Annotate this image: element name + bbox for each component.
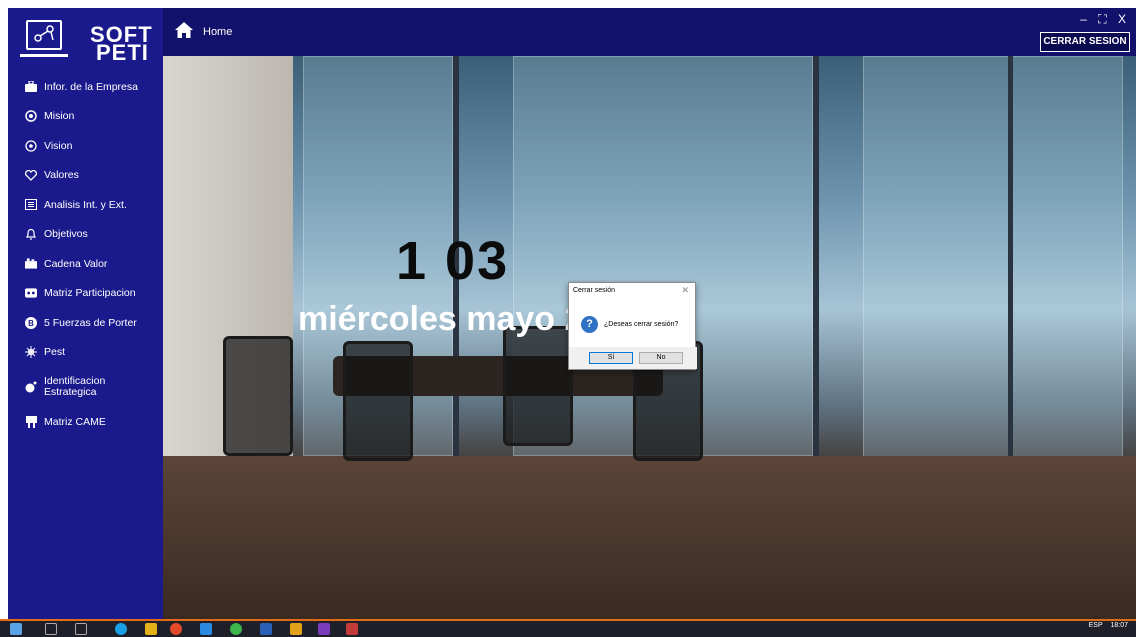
chrome-icon[interactable] xyxy=(230,623,242,635)
logout-dialog: Cerrar sesión ✕ ? ¿Deseas cerrar sesión?… xyxy=(568,282,697,370)
sidebar-item-label: Pest xyxy=(44,346,66,359)
sidebar-item-label: Objetivos xyxy=(44,228,88,241)
system-tray: ESP 18:07 xyxy=(1083,622,1128,629)
no-button[interactable]: No xyxy=(639,352,683,364)
home-icon[interactable] xyxy=(175,22,193,38)
bell-icon xyxy=(25,228,37,240)
dialog-title: Cerrar sesión xyxy=(573,287,616,294)
top-bar: Home – ⛶ X CERRAR SESION xyxy=(163,8,1136,56)
logout-button[interactable]: CERRAR SESION xyxy=(1040,32,1130,52)
yes-button[interactable]: Sí xyxy=(589,352,633,364)
chain-icon xyxy=(25,258,37,270)
sidebar-item-label: Cadena Valor xyxy=(44,257,108,270)
sidebar-item-label: Valores xyxy=(44,169,79,182)
sidebar-item-vision[interactable]: Vision xyxy=(8,131,163,161)
top-strip xyxy=(0,0,1136,8)
dialog-button-bar: Sí No xyxy=(569,347,697,369)
chair xyxy=(503,326,573,446)
sidebar-item-label: Analisis Int. y Ext. xyxy=(44,198,127,211)
word-icon[interactable] xyxy=(260,623,272,635)
store-icon[interactable] xyxy=(200,623,212,635)
glass-pane xyxy=(863,56,1123,476)
target-icon xyxy=(25,110,37,122)
sidebar-item-analisis[interactable]: Analisis Int. y Ext. xyxy=(8,190,163,220)
heart-icon xyxy=(25,169,37,181)
sidebar-menu: Infor. de la Empresa Mision Vision Valor… xyxy=(8,72,163,437)
sidebar-item-label: Matriz Participacion xyxy=(44,287,136,300)
app-icon[interactable] xyxy=(290,623,302,635)
task-view-icon[interactable] xyxy=(75,623,87,635)
breadcrumb: Home xyxy=(203,26,233,38)
sidebar-item-matriz-participacion[interactable]: Matriz Participacion xyxy=(8,279,163,309)
desktop: SOFT PETI Infor. de la Empresa Mision Vi… xyxy=(0,0,1136,637)
java-app-icon[interactable] xyxy=(346,623,358,635)
visual-studio-icon[interactable] xyxy=(318,623,330,635)
sidebar-item-label: Matriz CAME xyxy=(44,415,106,428)
sidebar-item-infor-empresa[interactable]: Infor. de la Empresa xyxy=(8,72,163,102)
window-frame xyxy=(813,56,819,476)
sidebar-item-cadena-valor[interactable]: Cadena Valor xyxy=(8,249,163,279)
sidebar-item-label: Vision xyxy=(44,139,73,152)
came-icon xyxy=(25,415,37,428)
list-icon xyxy=(25,199,37,211)
windows-start-icon[interactable] xyxy=(10,623,22,635)
floor xyxy=(163,456,1136,619)
sidebar: SOFT PETI Infor. de la Empresa Mision Vi… xyxy=(8,8,163,619)
briefcase-icon xyxy=(25,81,37,93)
browser-icon[interactable] xyxy=(170,623,182,635)
search-icon[interactable] xyxy=(45,623,57,635)
sidebar-item-label: Mision xyxy=(44,110,75,123)
strategy-icon xyxy=(25,381,37,393)
sidebar-item-pest[interactable]: Pest xyxy=(8,338,163,368)
question-icon: ? xyxy=(581,316,598,333)
sidebar-item-mision[interactable]: Mision xyxy=(8,102,163,132)
svg-text:B: B xyxy=(28,319,34,328)
app-logo: SOFT PETI xyxy=(18,16,158,68)
chair xyxy=(223,336,293,456)
close-icon[interactable]: ✕ xyxy=(681,285,689,296)
edge-icon[interactable] xyxy=(115,623,127,635)
forces-icon: B xyxy=(25,316,37,329)
sidebar-item-label: Infor. de la Empresa xyxy=(44,80,138,93)
sidebar-item-porter[interactable]: B 5 Fuerzas de Porter xyxy=(8,308,163,338)
sidebar-item-valores[interactable]: Valores xyxy=(8,161,163,191)
window-frame xyxy=(1008,56,1013,476)
eye-icon xyxy=(25,140,37,152)
logo-monitor-icon xyxy=(26,20,62,50)
taskbar: ESP 18:07 xyxy=(0,619,1136,637)
tray-clock[interactable]: 18:07 xyxy=(1110,622,1128,629)
file-explorer-icon[interactable] xyxy=(145,623,157,635)
sidebar-item-label: Identificacion Estrategica xyxy=(44,375,106,398)
sidebar-item-label: 5 Fuerzas de Porter xyxy=(44,316,137,329)
logo-text-line2: PETI xyxy=(96,40,149,65)
logo-base xyxy=(20,54,68,57)
matrix-icon xyxy=(25,287,37,299)
app-window: SOFT PETI Infor. de la Empresa Mision Vi… xyxy=(8,8,1136,619)
window-controls[interactable]: – ⛶ X xyxy=(1080,12,1130,27)
pest-icon xyxy=(25,346,37,359)
sidebar-item-identificacion[interactable]: Identificacion Estrategica xyxy=(8,367,163,407)
clock-time: 1 03 xyxy=(396,231,510,291)
chair xyxy=(343,341,413,461)
sidebar-item-objetivos[interactable]: Objetivos xyxy=(8,220,163,250)
dialog-message: ¿Deseas cerrar sesión? xyxy=(604,321,679,328)
language-indicator[interactable]: ESP xyxy=(1089,622,1103,629)
sidebar-item-matriz-came[interactable]: Matriz CAME xyxy=(8,407,163,437)
